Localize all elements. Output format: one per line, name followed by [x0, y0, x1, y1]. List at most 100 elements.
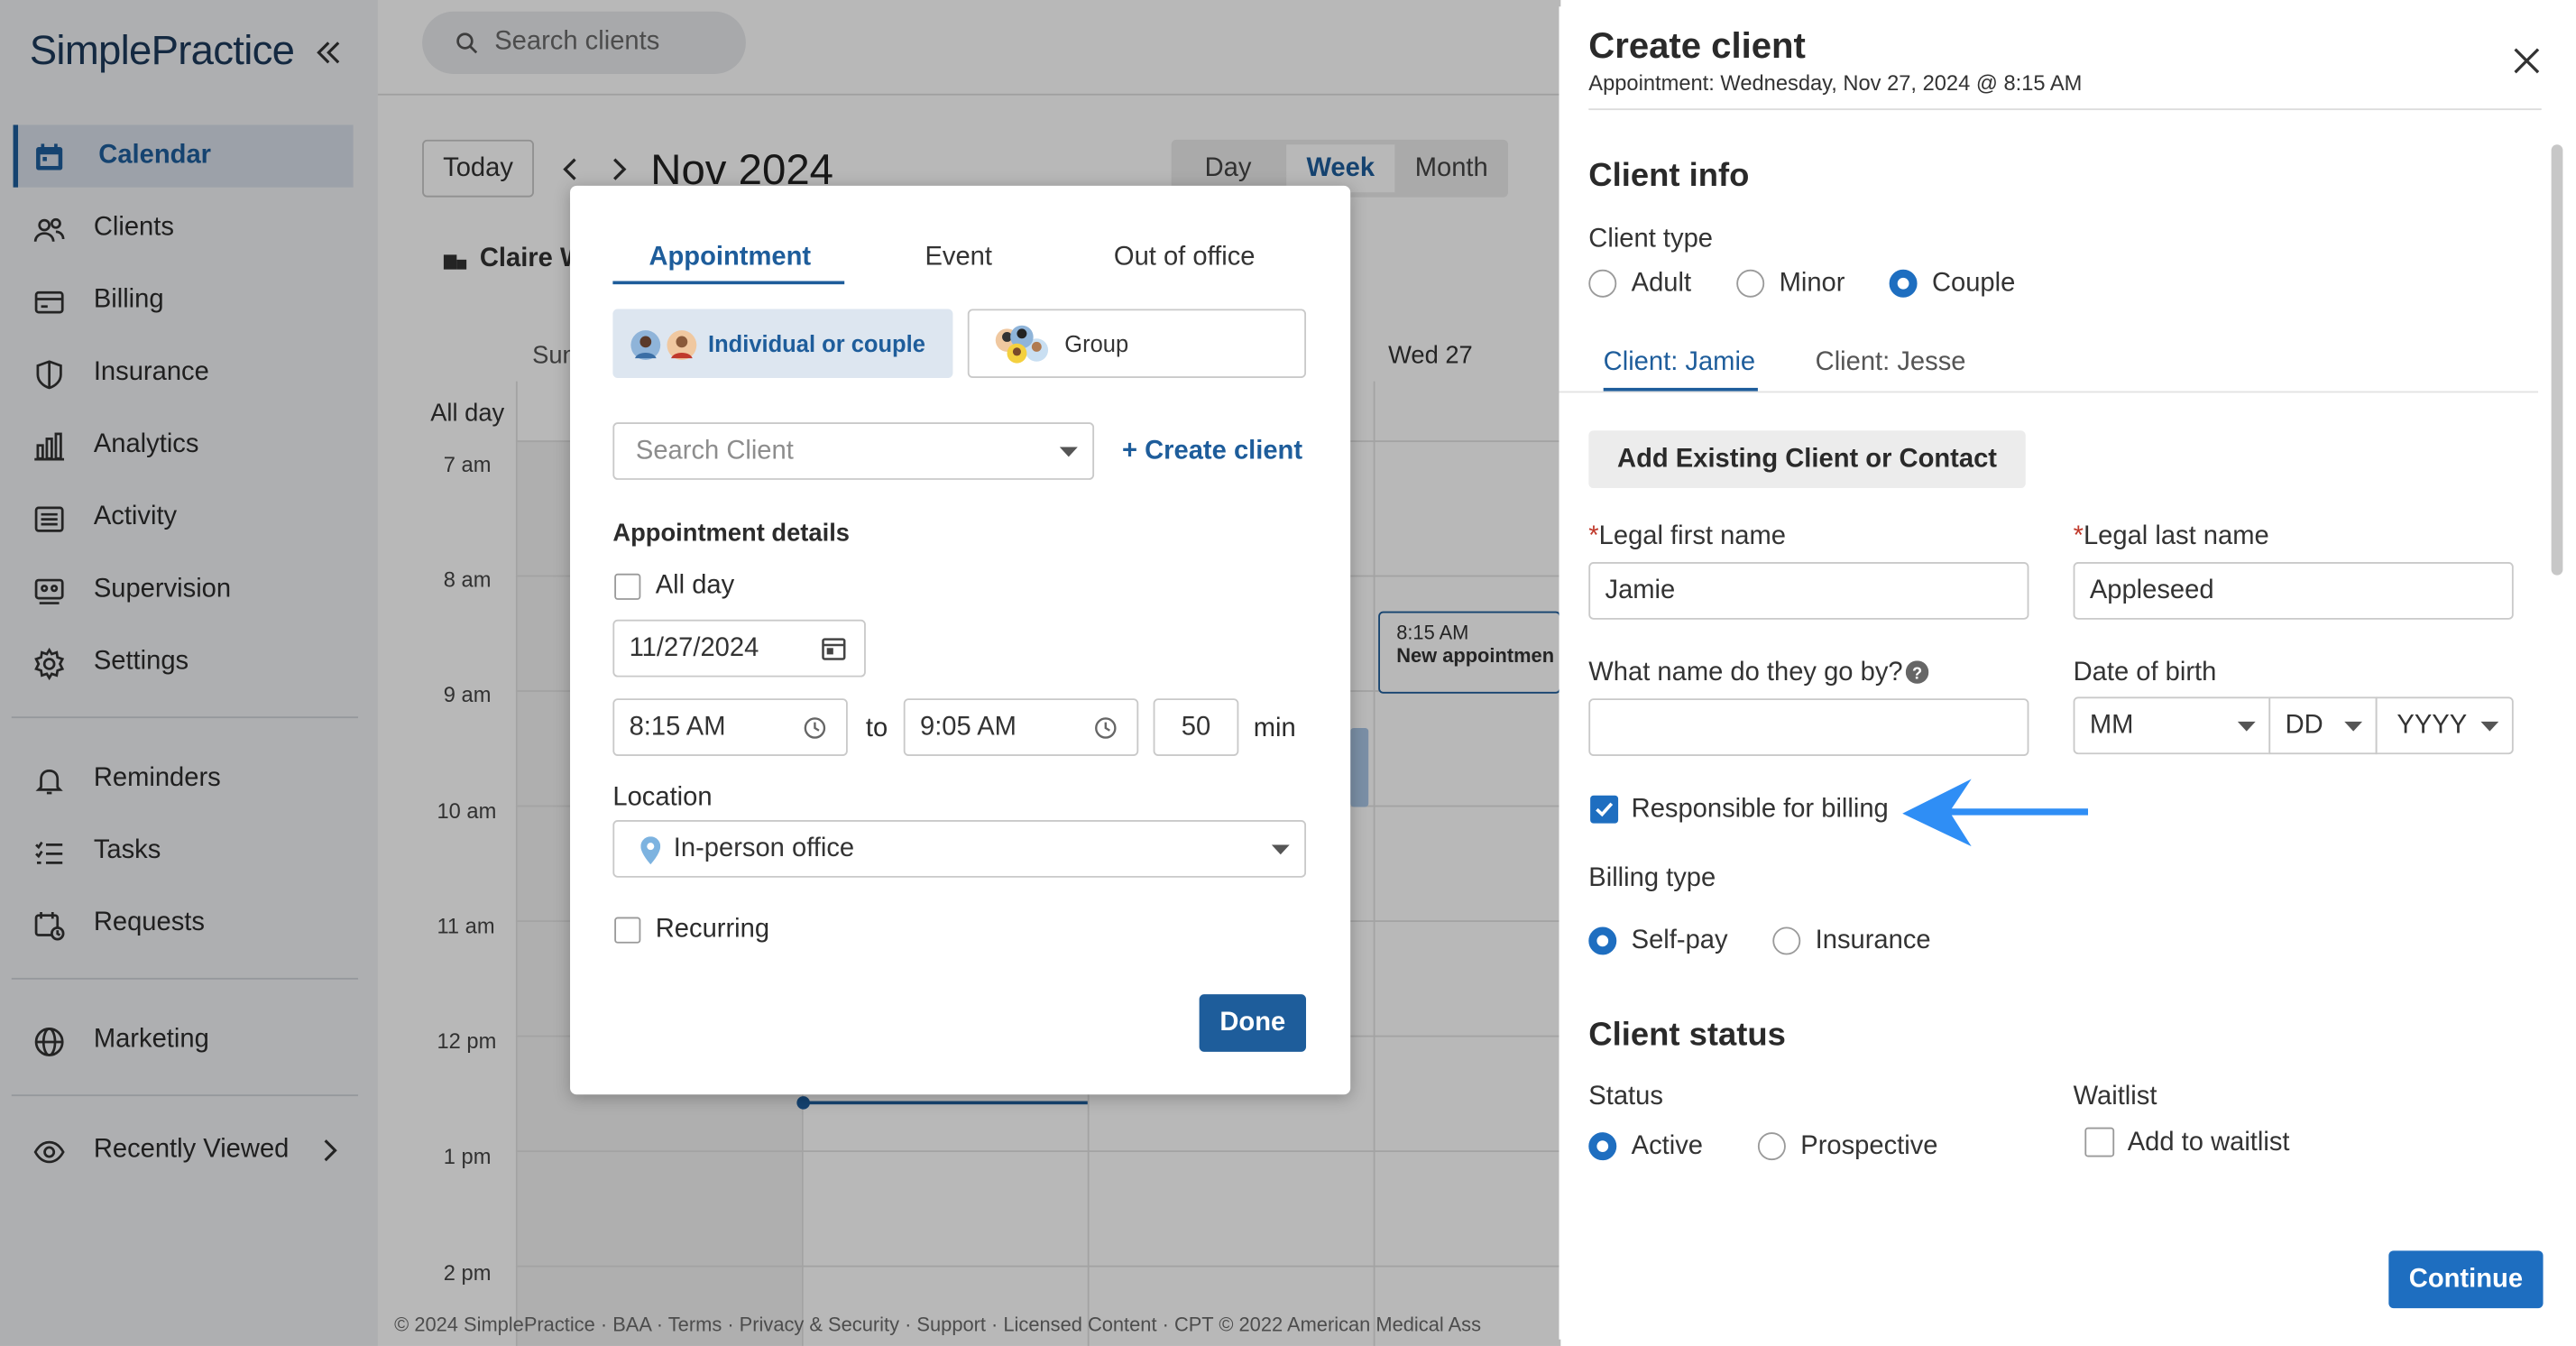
- status-prospective-radio[interactable]: [1757, 1132, 1786, 1161]
- responsible-billing-label: Responsible for billing: [1631, 795, 1889, 824]
- chevron-down-icon: [1271, 844, 1290, 856]
- billing-self-pay-radio[interactable]: [1588, 927, 1617, 955]
- create-client-link[interactable]: + Create client: [1122, 438, 1302, 467]
- end-time-value: 9:05 AM: [919, 712, 1017, 741]
- calendar-picker-icon[interactable]: [822, 636, 846, 660]
- recurring-checkbox[interactable]: [614, 917, 641, 944]
- dob-day-select[interactable]: DD: [2268, 696, 2378, 755]
- add-to-waitlist-checkbox[interactable]: [2084, 1127, 2115, 1157]
- svg-text:?: ?: [1912, 664, 1922, 682]
- client-info-heading: Client info: [1588, 157, 1750, 194]
- appointment-details-heading: Appointment details: [612, 519, 850, 548]
- dob-day-value: DD: [2285, 710, 2323, 739]
- search-client-select[interactable]: Search Client: [612, 422, 1095, 480]
- chevron-down-icon: [1059, 447, 1078, 459]
- tab-client-jesse[interactable]: Client: Jesse: [1816, 348, 1966, 378]
- chevron-down-icon: [2344, 721, 2363, 733]
- start-time-input[interactable]: 8:15 AM: [612, 698, 848, 756]
- first-name-value: Jamie: [1605, 576, 1676, 604]
- all-day-label: All day: [655, 571, 735, 600]
- first-name-label: *Legal first name: [1588, 522, 1786, 552]
- close-icon[interactable]: [2512, 46, 2542, 76]
- individual-or-couple-label: Individual or couple: [708, 330, 925, 357]
- group-button[interactable]: Group: [967, 309, 1307, 378]
- first-name-label-text: Legal first name: [1598, 522, 1787, 551]
- couple-avatars-icon: [630, 327, 702, 364]
- go-by-label: What name do they go by?: [1588, 659, 1903, 687]
- last-name-label-text: Legal last name: [2083, 522, 2269, 551]
- client-type-couple-radio[interactable]: [1889, 269, 1918, 298]
- dob-year-value: YYYY: [2397, 710, 2468, 739]
- chevron-down-icon: [2237, 721, 2256, 733]
- end-time-input[interactable]: 9:05 AM: [903, 698, 1139, 756]
- drawer-subtitle: Appointment: Wednesday, Nov 27, 2024 @ 8…: [1588, 70, 2083, 96]
- header-divider: [1588, 108, 2542, 111]
- continue-button[interactable]: Continue: [2388, 1250, 2544, 1309]
- clock-icon: [804, 716, 826, 740]
- done-button[interactable]: Done: [1199, 994, 1307, 1052]
- help-icon[interactable]: ?: [1905, 660, 1929, 684]
- create-client-drawer: Create client Appointment: Wednesday, No…: [1559, 6, 2568, 1340]
- billing-insurance-label: Insurance: [1815, 927, 1931, 955]
- client-type-minor-label: Minor: [1779, 269, 1845, 298]
- drawer-title: Create client: [1588, 24, 1806, 66]
- client-type-couple-label: Couple: [1931, 269, 2016, 298]
- dob-month-select[interactable]: MM: [2073, 696, 2271, 755]
- billing-insurance-radio[interactable]: [1772, 927, 1801, 955]
- duration-input[interactable]: 50: [1153, 698, 1239, 756]
- tab-client-jamie[interactable]: Client: Jamie: [1604, 348, 1755, 378]
- status-active-label: Active: [1631, 1132, 1704, 1161]
- duration-value: 50: [1181, 712, 1211, 741]
- billing-self-pay-label: Self-pay: [1631, 927, 1728, 955]
- dob-month-value: MM: [2089, 710, 2134, 739]
- client-tabs-divider: [1559, 391, 2539, 393]
- search-client-placeholder: Search Client: [635, 436, 794, 465]
- last-name-label: *Legal last name: [2074, 522, 2269, 552]
- client-type-label: Client type: [1588, 225, 1713, 254]
- add-existing-client-button[interactable]: Add Existing Client or Contact: [1588, 430, 2026, 489]
- client-type-minor-radio[interactable]: [1736, 269, 1765, 298]
- go-by-input[interactable]: [1588, 698, 2029, 756]
- checkmark-icon: [1596, 802, 1614, 817]
- scrollbar-thumb[interactable]: [2551, 144, 2563, 576]
- group-avatars-icon: [992, 324, 1052, 366]
- individual-or-couple-button[interactable]: Individual or couple: [612, 309, 953, 378]
- client-type-adult-radio[interactable]: [1588, 269, 1617, 298]
- clock-icon: [1094, 716, 1117, 740]
- add-to-waitlist-label: Add to waitlist: [2127, 1129, 2290, 1157]
- dob-label: Date of birth: [2073, 659, 2217, 687]
- last-name-value: Appleseed: [2089, 576, 2214, 604]
- client-status-heading: Client status: [1588, 1017, 1786, 1054]
- date-value: 11/27/2024: [629, 633, 759, 662]
- tab-appointment[interactable]: Appointment: [649, 244, 811, 273]
- location-pin-icon: [640, 836, 661, 865]
- date-input[interactable]: 11/27/2024: [612, 619, 866, 678]
- min-label: min: [1253, 714, 1296, 743]
- status-prospective-label: Prospective: [1800, 1132, 1938, 1161]
- required-marker: *: [1588, 522, 1599, 551]
- status-active-radio[interactable]: [1588, 1132, 1617, 1161]
- location-value: In-person office: [673, 834, 855, 862]
- location-select[interactable]: In-person office: [612, 820, 1307, 878]
- active-client-tab-underline: [1603, 387, 1758, 392]
- tab-event[interactable]: Event: [925, 244, 992, 273]
- location-label: Location: [612, 783, 713, 812]
- chevron-down-icon: [2480, 721, 2499, 733]
- tab-out-of-office[interactable]: Out of office: [1114, 244, 1256, 273]
- screen: SimplePractice Calendar Clients Billing …: [0, 0, 2576, 1346]
- recurring-label: Recurring: [655, 915, 770, 944]
- required-marker: *: [2073, 522, 2084, 551]
- status-label: Status: [1588, 1083, 1663, 1111]
- waitlist-label: Waitlist: [2073, 1083, 2157, 1111]
- first-name-input[interactable]: Jamie: [1588, 562, 2029, 620]
- arrow-left-icon: [1902, 779, 2091, 848]
- active-tab-underline: [612, 281, 845, 285]
- last-name-input[interactable]: Appleseed: [2073, 562, 2514, 620]
- group-label: Group: [1064, 330, 1129, 357]
- appointment-popup: Appointment Event Out of office Individu…: [570, 185, 1351, 1095]
- all-day-checkbox[interactable]: [614, 573, 641, 600]
- start-time-value: 8:15 AM: [629, 712, 726, 741]
- dob-year-select[interactable]: YYYY: [2375, 696, 2514, 755]
- billing-type-label: Billing type: [1588, 864, 1716, 893]
- responsible-billing-checkbox[interactable]: [1590, 795, 1619, 824]
